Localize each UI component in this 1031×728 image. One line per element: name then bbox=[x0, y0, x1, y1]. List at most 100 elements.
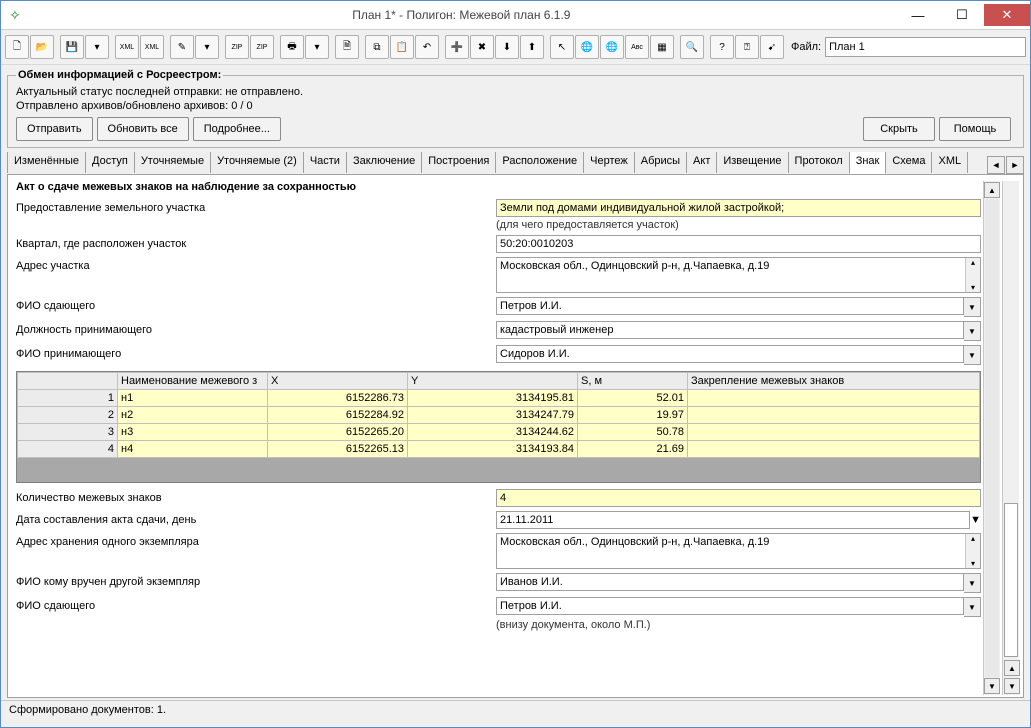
storage-scrollbar[interactable]: ▴▾ bbox=[965, 534, 980, 568]
tab-12[interactable]: Протокол bbox=[788, 152, 850, 173]
more-button[interactable]: Подробнее... bbox=[193, 117, 281, 141]
find-icon[interactable]: 🔍 bbox=[680, 35, 704, 59]
copy-icon[interactable]: ⧉ bbox=[365, 35, 389, 59]
open-icon[interactable]: 📂 bbox=[30, 35, 54, 59]
save-dropdown-icon[interactable]: ▾ bbox=[85, 35, 109, 59]
cursor-icon[interactable]: ➹ bbox=[760, 35, 784, 59]
titlebar: ✧ План 1* - Полигон: Межевой план 6.1.9 … bbox=[1, 1, 1030, 30]
grid-header-x[interactable]: X bbox=[268, 373, 408, 390]
count-input[interactable] bbox=[496, 489, 981, 507]
globe-icon[interactable]: 🌐 bbox=[575, 35, 599, 59]
tab-6[interactable]: Построения bbox=[421, 152, 496, 173]
whatsthis-icon[interactable]: ⍰ bbox=[735, 35, 759, 59]
page-scrollbar[interactable]: ▲ ▼ bbox=[983, 181, 1000, 695]
tab-8[interactable]: Чертеж bbox=[583, 152, 635, 173]
tab-scroll-right[interactable]: ► bbox=[1006, 156, 1024, 174]
globe2-icon[interactable]: 🌐 bbox=[600, 35, 624, 59]
date-dropdown[interactable]: ▼ bbox=[970, 514, 981, 526]
other-copy-combo[interactable] bbox=[496, 573, 964, 591]
spellcheck-icon[interactable]: Авс bbox=[625, 35, 649, 59]
grid-header-y[interactable]: Y bbox=[408, 373, 578, 390]
storage-textarea[interactable]: Московская обл., Одинцовский р-н, д.Чапа… bbox=[496, 533, 981, 569]
remove-row-icon[interactable]: ⬆ bbox=[520, 35, 544, 59]
tab-5[interactable]: Заключение bbox=[346, 152, 422, 173]
tab-0[interactable]: Изменённые bbox=[7, 152, 86, 173]
receiver-post-dropdown[interactable]: ▼ bbox=[964, 321, 981, 341]
zip-icon[interactable]: ZIP bbox=[225, 35, 249, 59]
tab-1[interactable]: Доступ bbox=[85, 152, 135, 173]
file-label: Файл: bbox=[791, 41, 821, 53]
other-copy-dropdown[interactable]: ▼ bbox=[964, 573, 981, 593]
side-up-icon[interactable]: ▲ bbox=[1004, 660, 1020, 676]
side-box bbox=[1004, 503, 1018, 657]
undo-icon[interactable]: ↶ bbox=[415, 35, 439, 59]
table-row[interactable]: 2н26152284.923134247.7919.97 bbox=[18, 407, 980, 424]
land-grant-input[interactable] bbox=[496, 199, 981, 217]
giver-fio2-combo[interactable] bbox=[496, 597, 964, 615]
tab-14[interactable]: Схема bbox=[885, 152, 932, 173]
file-name-input[interactable] bbox=[825, 37, 1026, 57]
help-icon[interactable]: ? bbox=[710, 35, 734, 59]
print-dropdown-icon[interactable]: ▾ bbox=[305, 35, 329, 59]
refresh-all-button[interactable]: Обновить все bbox=[97, 117, 189, 141]
date-label: Дата составления акта сдачи, день bbox=[16, 511, 496, 526]
tab-9[interactable]: Абрисы bbox=[634, 152, 687, 173]
tab-scroll-left[interactable]: ◄ bbox=[987, 156, 1005, 174]
giver-fio-combo[interactable] bbox=[496, 297, 964, 315]
tab-7[interactable]: Расположение bbox=[495, 152, 584, 173]
paste-icon[interactable]: 📋 bbox=[390, 35, 414, 59]
window-title: План 1* - Полигон: Межевой план 6.1.9 bbox=[27, 8, 896, 22]
table-row[interactable]: 3н36152265.203134244.6250.78 bbox=[18, 424, 980, 441]
tab-3[interactable]: Уточняемые (2) bbox=[210, 152, 304, 173]
receiver-post-combo[interactable] bbox=[496, 321, 964, 339]
rosreestr-status-2: Отправлено архивов/обновлено архивов: 0 … bbox=[16, 99, 1015, 113]
calc-icon[interactable]: ▦ bbox=[650, 35, 674, 59]
date-input[interactable] bbox=[496, 511, 970, 529]
app-icon: ✧ bbox=[9, 7, 21, 24]
table-row[interactable]: 1н16152286.733134195.8152.01 bbox=[18, 390, 980, 407]
save-icon[interactable]: 💾 bbox=[60, 35, 84, 59]
maximize-button[interactable]: ☐ bbox=[940, 4, 984, 26]
zip2-icon[interactable]: ZIP bbox=[250, 35, 274, 59]
address-textarea[interactable]: Московская обл., Одинцовский р-н, д.Чапа… bbox=[496, 257, 981, 293]
land-grant-hint: (для чего предоставляется участок) bbox=[496, 219, 981, 231]
help-button[interactable]: Помощь bbox=[939, 117, 1011, 141]
receiver-fio-dropdown[interactable]: ▼ bbox=[964, 345, 981, 365]
giver-fio-label: ФИО сдающего bbox=[16, 297, 496, 312]
add-row-icon[interactable]: ➕ bbox=[445, 35, 469, 59]
grid-header-s[interactable]: S, м bbox=[578, 373, 688, 390]
kvartal-input[interactable] bbox=[496, 235, 981, 253]
grid-header-name[interactable]: Наименование межевого з bbox=[118, 373, 268, 390]
giver-fio-dropdown[interactable]: ▼ bbox=[964, 297, 981, 317]
tab-4[interactable]: Части bbox=[303, 152, 347, 173]
xml-out-icon[interactable]: XML bbox=[115, 35, 139, 59]
delete-row-icon[interactable]: ✖ bbox=[470, 35, 494, 59]
preview-icon[interactable]: 🗎 bbox=[335, 35, 359, 59]
pointer-icon[interactable]: ↖ bbox=[550, 35, 574, 59]
send-button[interactable]: Отправить bbox=[16, 117, 93, 141]
edit-dropdown-icon[interactable]: ▾ bbox=[195, 35, 219, 59]
minimize-button[interactable]: — bbox=[896, 4, 940, 26]
print-icon[interactable]: 🖶 bbox=[280, 35, 304, 59]
xml-in-icon[interactable]: XML bbox=[140, 35, 164, 59]
edit-icon[interactable]: ✎ bbox=[170, 35, 194, 59]
new-icon[interactable]: 🗋 bbox=[5, 35, 29, 59]
hide-button[interactable]: Скрыть bbox=[863, 117, 935, 141]
address-scrollbar[interactable]: ▴▾ bbox=[965, 258, 980, 292]
insert-row-icon[interactable]: ⬇ bbox=[495, 35, 519, 59]
points-grid[interactable]: Наименование межевого з X Y S, м Закрепл… bbox=[16, 371, 981, 483]
scroll-up-icon[interactable]: ▲ bbox=[984, 182, 1000, 198]
close-button[interactable]: ✕ bbox=[984, 4, 1030, 26]
status-bar: Сформировано документов: 1. bbox=[1, 700, 1030, 727]
tab-11[interactable]: Извещение bbox=[716, 152, 788, 173]
table-row[interactable]: 4н46152265.133134193.8421.69 bbox=[18, 441, 980, 458]
giver-fio2-dropdown[interactable]: ▼ bbox=[964, 597, 981, 617]
tab-2[interactable]: Уточняемые bbox=[134, 152, 211, 173]
grid-header-fix[interactable]: Закрепление межевых знаков bbox=[688, 373, 980, 390]
scroll-down-icon[interactable]: ▼ bbox=[984, 678, 1000, 694]
side-down-icon[interactable]: ▼ bbox=[1004, 678, 1020, 694]
tab-15[interactable]: XML bbox=[931, 152, 968, 173]
receiver-fio-combo[interactable] bbox=[496, 345, 964, 363]
tab-10[interactable]: Акт bbox=[686, 152, 717, 173]
tab-13[interactable]: Знак bbox=[849, 152, 887, 174]
